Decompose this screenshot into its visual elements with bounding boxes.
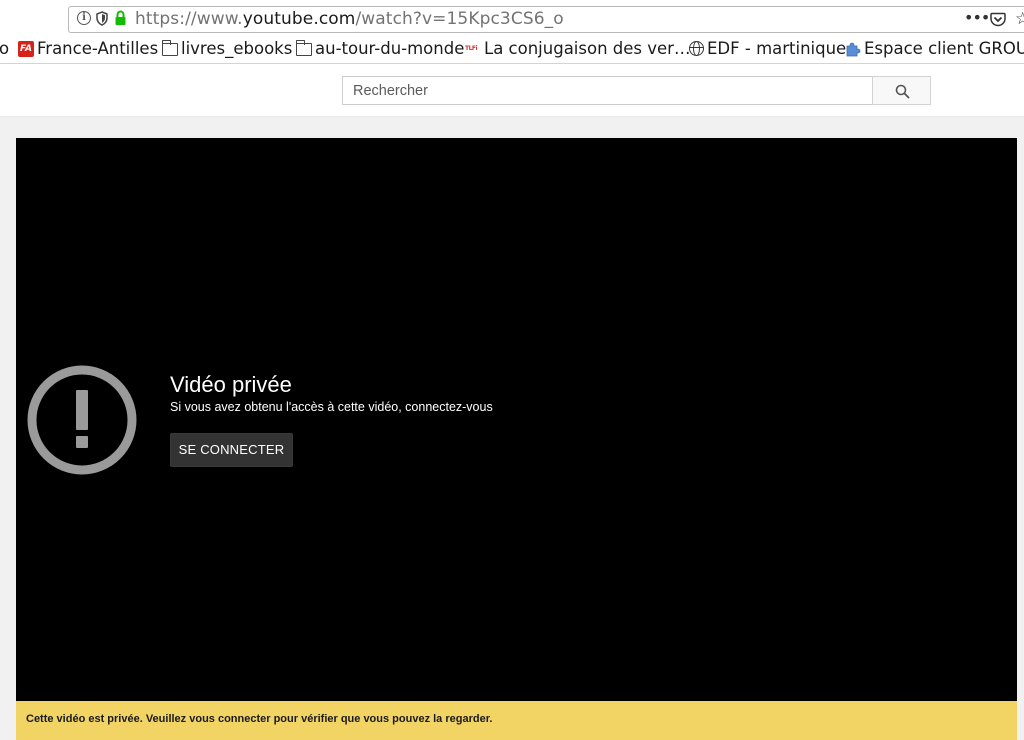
warning-circle-icon (27, 365, 137, 475)
bookmark-espace-client[interactable]: Espace client GROUPE (845, 39, 1024, 58)
bookmark-partial[interactable]: o (0, 39, 9, 58)
globe-icon (689, 41, 704, 56)
error-subtitle: Si vous avez obtenu l'accès à cette vidé… (170, 400, 493, 414)
info-icon[interactable]: i (77, 11, 91, 25)
banner-text: Cette vidéo est privée. Veuillez vous co… (26, 713, 493, 725)
url-bar[interactable]: i https://www.youtube.com/watch?v=15Kpc3… (68, 6, 1024, 33)
search-button[interactable] (872, 76, 931, 105)
more-dots-icon[interactable]: ••• (964, 8, 990, 27)
tlfi-icon: TLFi (465, 44, 478, 52)
youtube-header (0, 64, 1024, 117)
france-antilles-icon: FA (18, 40, 34, 57)
error-title: Vidéo privée (170, 372, 292, 397)
puzzle-icon (846, 42, 861, 56)
browser-toolbar: i https://www.youtube.com/watch?v=15Kpc3… (0, 0, 1024, 37)
bookmark-star-icon[interactable]: ☆ (1015, 9, 1024, 29)
bookmark-france-antilles[interactable]: FA France-Antilles (18, 39, 158, 58)
bookmark-label: au-tour-du-monde (315, 39, 465, 58)
bookmark-label: La conjugaison des ver… (484, 39, 691, 58)
pocket-icon[interactable] (990, 12, 1006, 27)
bookmark-label: EDF - martinique (707, 39, 847, 58)
signin-button[interactable]: SE CONNECTER (170, 433, 293, 467)
bookmark-conjugaison[interactable]: TLFi La conjugaison des ver… (465, 39, 690, 58)
url-text[interactable]: https://www.youtube.com/watch?v=15Kpc3CS… (135, 9, 564, 29)
search-input[interactable] (342, 76, 873, 105)
bookmark-livres-ebooks[interactable]: livres_ebooks (161, 39, 293, 58)
bookmark-label: livres_ebooks (181, 39, 293, 58)
folder-icon (161, 40, 178, 56)
bookmark-edf-martinique[interactable]: EDF - martinique (689, 39, 846, 58)
bookmark-label: France-Antilles (37, 39, 159, 58)
search-icon (895, 84, 910, 99)
bookmarks-bar: o FA France-Antilles livres_ebooks au-to… (0, 37, 1024, 64)
video-player[interactable]: Vidéo privée Si vous avez obtenu l'accès… (16, 138, 1017, 701)
private-video-banner: Cette vidéo est privée. Veuillez vous co… (16, 701, 1017, 740)
bookmark-label: Espace client GROUPE (864, 39, 1024, 58)
lock-icon[interactable] (114, 10, 127, 26)
bookmark-au-tour-du-monde[interactable]: au-tour-du-monde (295, 39, 465, 58)
bookmark-label: o (0, 39, 10, 58)
tracking-shield-icon[interactable] (96, 11, 108, 26)
folder-icon (295, 40, 312, 56)
